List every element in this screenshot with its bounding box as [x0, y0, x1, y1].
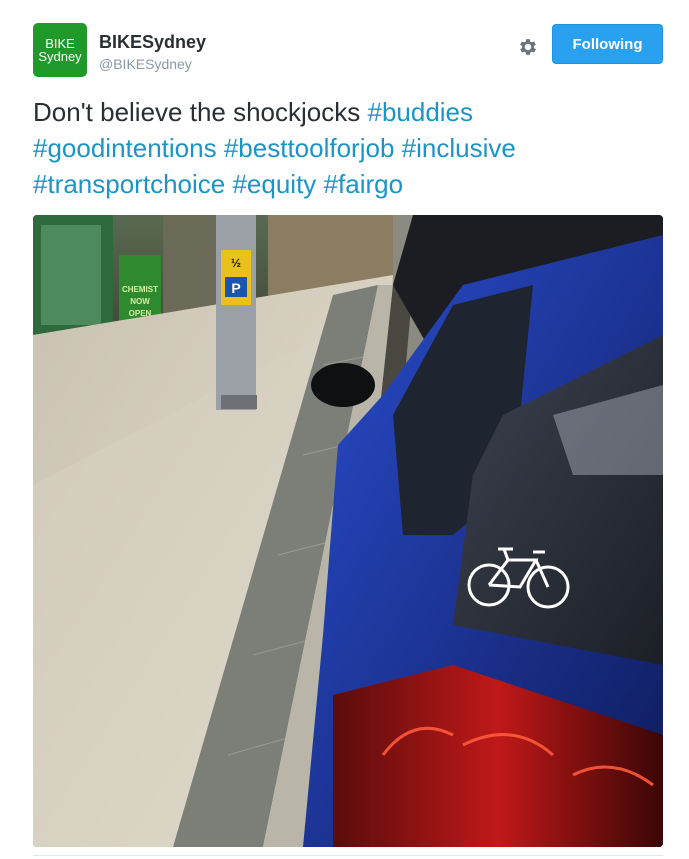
tweet-text: Don't believe the shockjocks #buddies #g… — [33, 94, 663, 202]
user-handle[interactable]: @BIKESydney — [99, 56, 206, 72]
chemist-sign-text: NOW — [130, 297, 150, 306]
hashtag-link[interactable]: #transportchoice — [33, 169, 225, 199]
gear-icon[interactable] — [517, 36, 539, 58]
hashtag-link[interactable]: #goodintentions — [33, 133, 217, 163]
divider — [33, 855, 663, 856]
chemist-sign-text: CHEMIST — [122, 285, 158, 294]
hashtag-link[interactable]: #besttoolforjob — [224, 133, 395, 163]
tweet-header: BIKE Sydney BIKESydney @BIKESydney Follo… — [33, 23, 663, 79]
side-mirror — [311, 363, 375, 407]
hashtag-link[interactable]: #fairgo — [324, 169, 404, 199]
parking-meter — [216, 215, 256, 410]
tweet-text-lead: Don't believe the shockjocks — [33, 97, 368, 127]
hashtag-link[interactable]: #buddies — [367, 97, 473, 127]
hashtag-link[interactable]: #inclusive — [402, 133, 516, 163]
user-names: BIKESydney @BIKESydney — [99, 32, 206, 72]
photo-scene: CHEMIST NOW OPEN ½ P — [33, 215, 663, 847]
tweet-photo[interactable]: CHEMIST NOW OPEN ½ P — [33, 215, 663, 847]
meter-p-label: P — [231, 280, 240, 296]
hashtag-link[interactable]: #equity — [232, 169, 316, 199]
avatar-line-2: Sydney — [38, 49, 82, 64]
display-name[interactable]: BIKESydney — [99, 32, 206, 52]
following-button[interactable]: Following — [552, 24, 663, 64]
meter-half-label: ½ — [231, 256, 241, 270]
avatar[interactable]: BIKE Sydney — [33, 23, 87, 77]
